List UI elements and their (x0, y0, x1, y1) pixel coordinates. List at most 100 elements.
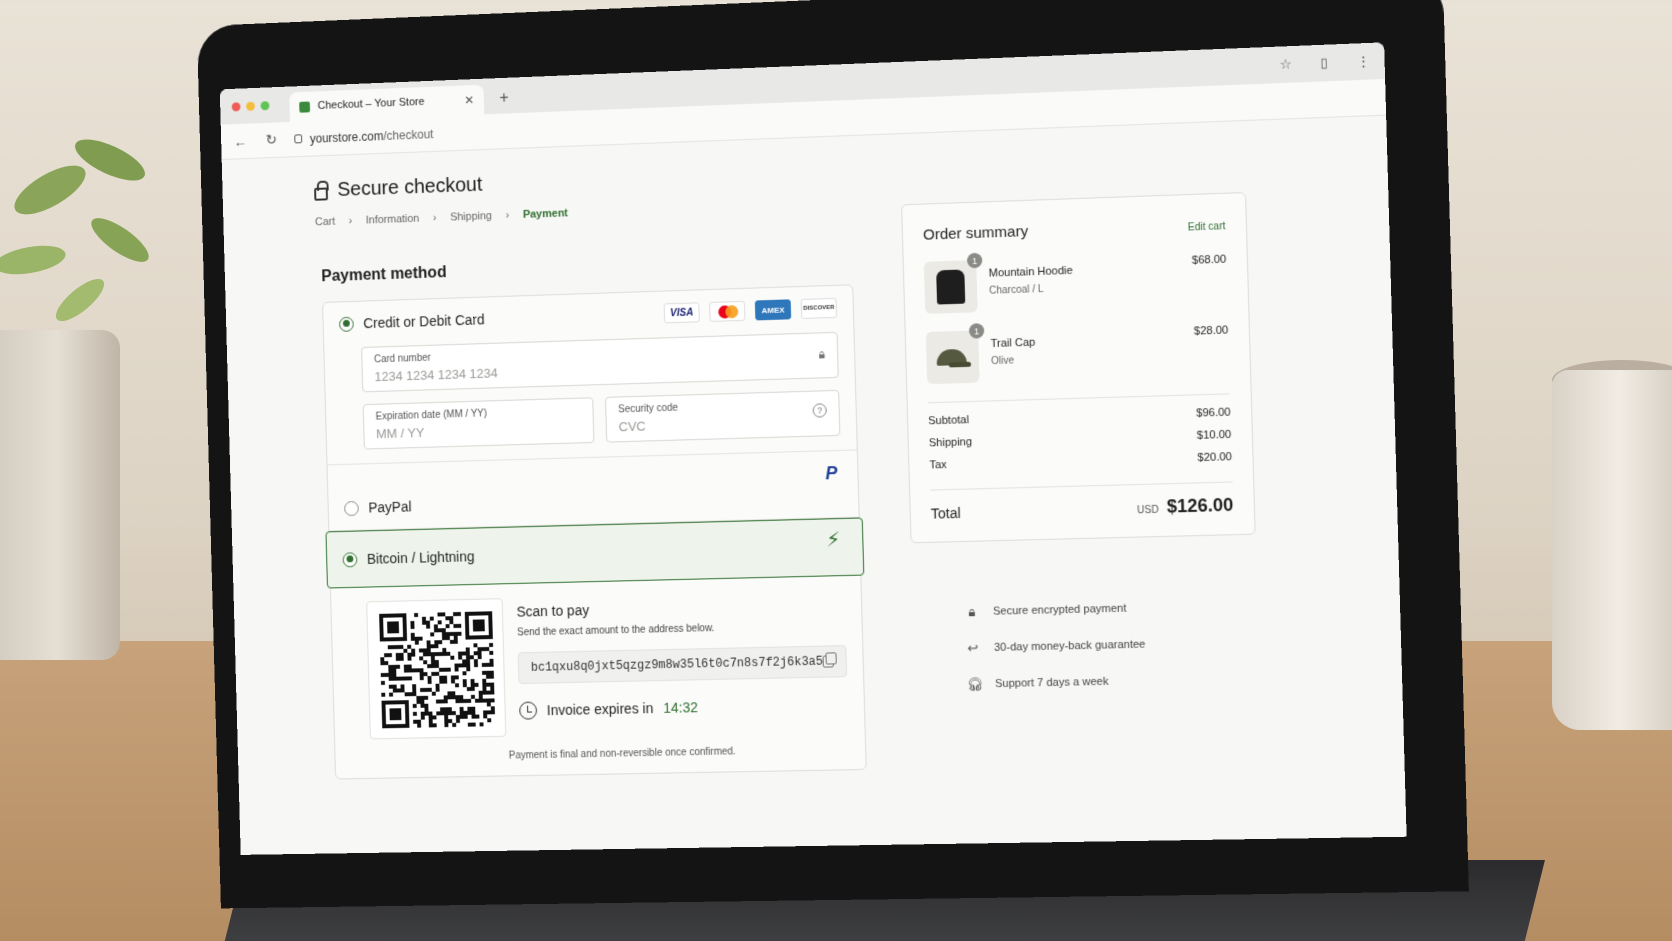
bitcoin-address-field[interactable]: bc1qxu8q0jxt5qzgz9m8w35l6t0c7n8s7f2j6k3a… (517, 645, 848, 685)
lock-icon: 🔒︎ (818, 347, 826, 362)
invoice-timer: Invoice expires in 14:32 (519, 695, 848, 720)
expiry-field[interactable]: Expiration date (MM / YY) MM / YY (362, 397, 595, 450)
laptop-screen: Checkout – Your Store ✕ + ☆ ▯ ⋮ ← ↻ your… (219, 42, 1407, 855)
paypal-radio[interactable] (343, 500, 359, 516)
payment-options-panel: Credit or Debit Card VISA AMEX DISCOVER … (322, 284, 867, 780)
new-tab-icon[interactable]: + (499, 90, 509, 108)
item-price: $68.00 (1191, 253, 1227, 267)
lock-icon (294, 134, 303, 144)
clock-icon (519, 701, 538, 720)
cap-brim (948, 361, 972, 368)
divider (930, 481, 1233, 491)
item-price: $28.00 (1193, 324, 1229, 338)
sidebar-toggle-icon[interactable]: ▯ (1320, 55, 1328, 72)
item-variant: Olive (990, 355, 1015, 368)
quantity-badge: 1 (966, 252, 983, 269)
breadcrumb-shipping[interactable]: Shipping (450, 210, 492, 223)
tab-title: Checkout – Your Store (317, 95, 425, 113)
list-item: 1 Mountain Hoodie Charcoal / L $68.00 (923, 251, 1228, 314)
lock-icon (314, 187, 328, 201)
payment-qr-code (379, 611, 495, 729)
scan-instructions: Send the exact amount to the address bel… (517, 623, 715, 639)
maximize-window-button[interactable] (260, 101, 270, 111)
scan-title: Scan to pay (516, 602, 590, 620)
card-number-field[interactable]: Card number 1234 1234 1234 1234 🔒︎ (361, 331, 839, 393)
cvc-label: Security code (618, 402, 679, 416)
subtotal-value: $96.00 (1196, 406, 1231, 420)
expiry-placeholder: MM / YY (375, 425, 425, 442)
total-row: Total USD $126.00 (931, 495, 1234, 524)
bookmark-star-icon[interactable]: ☆ (1279, 56, 1291, 73)
url-path: /checkout (383, 126, 434, 143)
lightning-icon: ⚡︎ (825, 529, 841, 552)
plant-leaves (0, 139, 149, 322)
breadcrumb-payment: Payment (522, 207, 569, 221)
reload-icon[interactable]: ↻ (263, 131, 279, 148)
window-controls (231, 101, 270, 112)
chevron-right-icon: › (432, 212, 437, 225)
bitcoin-radio[interactable] (342, 551, 358, 567)
copy-icon[interactable] (822, 655, 835, 668)
total-label: Total (930, 504, 961, 522)
lock-icon: 🔒︎ (968, 604, 976, 620)
payment-method-heading: Payment method (321, 264, 447, 286)
card-brand-logos: VISA AMEX DISCOVER (663, 297, 838, 324)
bitcoin-address: bc1qxu8q0jxt5qzgz9m8w35l6t0c7n8s7f2j6k3a… (530, 654, 824, 675)
order-summary-title: Order summary (922, 222, 1029, 244)
hoodie-image (936, 269, 966, 305)
checkout-page: Secure checkout Cart › Information › Shi… (222, 116, 1407, 855)
minimize-window-button[interactable] (246, 101, 256, 111)
divider (927, 393, 1231, 404)
breadcrumb-information[interactable]: Information (366, 213, 420, 227)
close-tab-icon[interactable]: ✕ (464, 93, 474, 107)
card-option-label: Credit or Debit Card (363, 311, 485, 332)
checkout-header: Secure checkout Cart › Information › Shi… (314, 171, 569, 229)
bitcoin-invoice: Scan to pay Send the exact amount to the… (331, 576, 865, 750)
edit-cart-link[interactable]: Edit cart (1188, 221, 1226, 233)
perk-label: 30-day money-back guarantee (993, 638, 1146, 654)
cvc-field[interactable]: Security code CVC ? (604, 389, 841, 443)
chevron-right-icon: › (348, 215, 353, 228)
card-radio[interactable] (338, 316, 354, 332)
qr-code-frame (366, 598, 507, 740)
shipping-label: Shipping (928, 436, 973, 450)
headset-icon: 🎧︎ (966, 676, 984, 692)
breadcrumb-cart[interactable]: Cart (315, 216, 335, 229)
currency-code: USD (1137, 504, 1159, 517)
chevron-right-icon: › (505, 209, 510, 222)
menu-kebab-icon[interactable]: ⋮ (1356, 53, 1370, 70)
shipping-row: Shipping $10.00 (929, 429, 1232, 450)
list-item: 1 Trail Cap Olive $28.00 (925, 322, 1230, 385)
browser-toolbar-right: ☆ ▯ ⋮ (1279, 53, 1370, 73)
perk-secure: 🔒︎ Secure encrypted payment (965, 600, 1145, 620)
cvc-placeholder: CVC (618, 418, 646, 435)
item-name: Mountain Hoodie (988, 264, 1073, 280)
perk-label: Support 7 days a week (994, 675, 1109, 691)
coffee-mug (1552, 370, 1672, 730)
plant-pot (0, 330, 120, 660)
expires-countdown: 14:32 (662, 699, 699, 716)
bitcoin-option-label: Bitcoin / Lightning (366, 548, 475, 567)
visa-logo: VISA (663, 302, 700, 324)
back-arrow-icon[interactable]: ← (233, 133, 249, 149)
item-name: Trail Cap (990, 336, 1036, 351)
store-favicon-icon (299, 100, 311, 113)
url-field[interactable]: yourstore.com/checkout (294, 126, 434, 146)
product-thumbnail: 1 (923, 252, 983, 314)
amex-logo: AMEX (754, 299, 792, 321)
tax-row: Tax $20.00 (929, 451, 1232, 471)
subtotal-row: Subtotal $96.00 (928, 406, 1231, 427)
expires-label: Invoice expires in (546, 700, 654, 719)
perk-support: 🎧︎ Support 7 days a week (967, 673, 1147, 693)
perk-label: Secure encrypted payment (992, 602, 1127, 618)
discover-logo: DISCOVER (800, 297, 838, 319)
close-window-button[interactable] (231, 102, 241, 112)
shipping-value: $10.00 (1196, 428, 1232, 442)
expiry-label: Expiration date (MM / YY) (375, 408, 488, 423)
return-icon: ↩ (967, 640, 979, 656)
paypal-icon: P (825, 463, 838, 484)
product-thumbnail: 1 (925, 323, 985, 385)
trust-perks: 🔒︎ Secure encrypted payment ↩ 30-day mon… (965, 600, 1148, 713)
item-variant: Charcoal / L (988, 283, 1044, 297)
subtotal-label: Subtotal (928, 414, 970, 428)
